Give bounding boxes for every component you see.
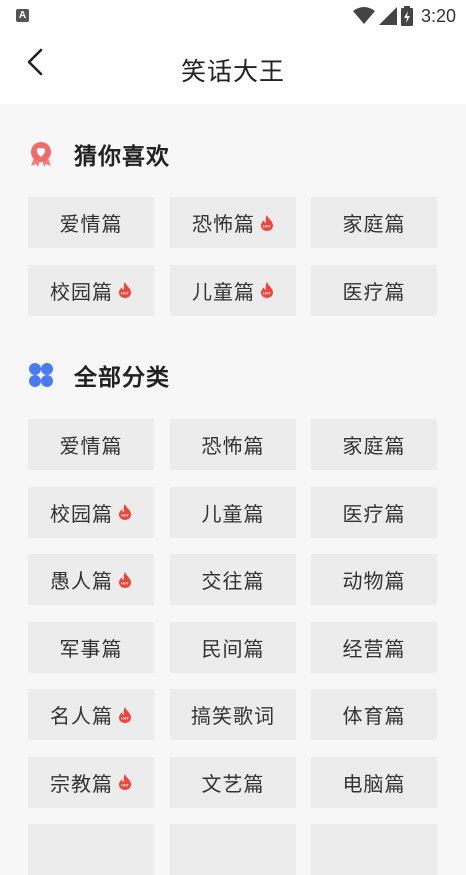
category-label: 民间篇 xyxy=(201,636,265,661)
page-title: 笑话大王 xyxy=(180,57,285,86)
category-chip[interactable]: 医疗篇 xyxy=(311,486,437,538)
battery-icon xyxy=(400,6,413,26)
category-chip[interactable] xyxy=(28,824,154,875)
category-label: 儿童篇 xyxy=(192,279,255,304)
hot-fire-icon: HOT xyxy=(261,214,273,231)
svg-text:HOT: HOT xyxy=(121,581,129,585)
category-label: 医疗篇 xyxy=(342,501,406,526)
category-chip[interactable]: 爱情篇 xyxy=(28,419,154,470)
category-chip[interactable] xyxy=(170,824,296,875)
ribbon-heart-icon xyxy=(31,142,51,167)
hot-fire-icon: HOT xyxy=(119,706,131,723)
category-chip[interactable]: 交往篇 xyxy=(170,554,296,605)
category-chip[interactable]: 文艺篇 xyxy=(170,756,296,808)
category-chip[interactable]: 愚人篇 HOT xyxy=(28,554,154,605)
category-label: 医疗篇 xyxy=(342,279,406,304)
category-chip[interactable]: 动物篇 xyxy=(311,554,437,605)
category-chip[interactable]: 电脑篇 xyxy=(311,756,437,808)
category-chip[interactable]: 家庭篇 xyxy=(311,197,437,248)
category-chip[interactable]: 名人篇 HOT xyxy=(28,689,154,740)
svg-text:HOT: HOT xyxy=(121,514,129,518)
section-title: 猜你喜欢 xyxy=(74,144,170,170)
hot-fire-icon: HOT xyxy=(119,504,131,520)
category-label: 交往篇 xyxy=(201,569,265,593)
category-chip[interactable]: 搞笑歌词 xyxy=(170,689,296,740)
category-chip[interactable]: 校园篇 HOT xyxy=(28,264,154,316)
category-chip[interactable]: 儿童篇 xyxy=(170,486,296,538)
app-notification-icon: A xyxy=(16,9,29,22)
category-chip[interactable]: 经营篇 xyxy=(311,621,437,673)
status-indicators: 3:20 xyxy=(352,5,456,27)
status-time: 3:20 xyxy=(420,5,456,26)
category-label: 愚人篇 xyxy=(50,569,113,593)
category-chip[interactable]: 恐怖篇 HOT xyxy=(170,197,296,248)
hot-fire-icon: HOT xyxy=(261,282,273,298)
svg-text:HOT: HOT xyxy=(121,716,129,720)
category-label: 文艺篇 xyxy=(201,771,265,796)
category-chip[interactable] xyxy=(311,824,437,875)
category-label: 宗教篇 xyxy=(50,771,113,796)
category-chip[interactable]: 宗教篇 HOT xyxy=(28,756,154,808)
four-petal-icon xyxy=(29,363,53,387)
category-label: 经营篇 xyxy=(342,636,406,661)
category-label: 儿童篇 xyxy=(201,501,265,526)
header: 笑话大王 xyxy=(0,34,466,104)
hot-fire-icon: HOT xyxy=(119,774,131,790)
signal-icon xyxy=(378,7,397,25)
category-chip[interactable]: 爱情篇 xyxy=(28,197,154,248)
category-label: 名人篇 xyxy=(50,704,113,728)
category-label: 爱情篇 xyxy=(59,434,123,458)
section-title: 全部分类 xyxy=(74,365,170,391)
svg-text:HOT: HOT xyxy=(121,292,129,296)
category-label: 军事篇 xyxy=(59,636,123,661)
svg-text:HOT: HOT xyxy=(121,784,129,788)
category-chip[interactable]: 民间篇 xyxy=(170,621,296,673)
category-chip[interactable]: 家庭篇 xyxy=(311,419,437,470)
section-header-all: 全部分类 xyxy=(28,360,170,391)
category-label: 爱情篇 xyxy=(59,212,123,236)
category-label: 校园篇 xyxy=(50,279,113,304)
category-label: 家庭篇 xyxy=(342,212,406,236)
category-label: 恐怖篇 xyxy=(192,212,255,236)
category-label: 电脑篇 xyxy=(342,771,406,796)
category-label: 搞笑歌词 xyxy=(191,704,275,728)
category-chip[interactable]: 校园篇 HOT xyxy=(28,486,154,538)
hot-fire-icon: HOT xyxy=(119,282,131,298)
category-chip[interactable]: 医疗篇 xyxy=(311,264,437,316)
category-label: 家庭篇 xyxy=(342,434,406,458)
svg-text:HOT: HOT xyxy=(263,224,271,228)
category-label: 体育篇 xyxy=(342,704,406,728)
category-label: 校园篇 xyxy=(50,501,113,526)
status-bar: A 3:20 xyxy=(0,0,466,34)
category-chip[interactable]: 体育篇 xyxy=(311,689,437,740)
category-chip[interactable]: 恐怖篇 xyxy=(170,419,296,470)
hot-fire-icon: HOT xyxy=(119,571,131,588)
wifi-icon xyxy=(352,7,375,24)
category-chip[interactable]: 军事篇 xyxy=(28,621,154,673)
category-chip[interactable]: 儿童篇 HOT xyxy=(170,264,296,316)
category-label: 动物篇 xyxy=(342,569,406,593)
svg-text:HOT: HOT xyxy=(263,292,271,296)
section-header-guess: 猜你喜欢 xyxy=(28,139,170,170)
category-label: 恐怖篇 xyxy=(201,434,265,458)
